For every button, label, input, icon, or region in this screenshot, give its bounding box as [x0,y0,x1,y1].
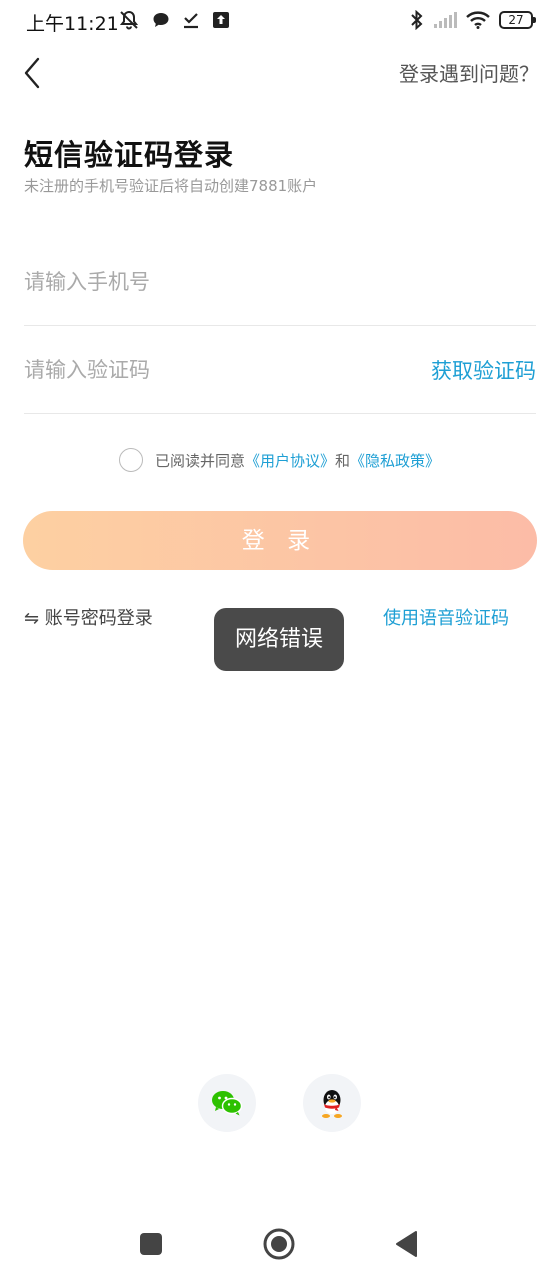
code-field-row: 获取验证码 [24,326,536,414]
qq-login-button[interactable] [303,1074,361,1132]
status-left-icons [118,10,230,30]
nav-back-button[interactable] [388,1226,424,1262]
wechat-login-button[interactable] [198,1074,256,1132]
battery-icon: 27 [499,11,536,29]
phone-input[interactable] [24,269,536,294]
privacy-policy-link[interactable]: 《隐私政策》 [350,450,440,471]
recents-square-icon [140,1233,162,1255]
voice-code-link[interactable]: 使用语音验证码 [383,604,509,630]
nav-recents-button[interactable] [133,1226,169,1262]
qq-icon [322,1090,342,1118]
page-subtitle: 未注册的手机号验证后将自动创建7881账户 [24,177,318,195]
chevron-left-icon [24,57,40,89]
status-right-icons: 27 [410,10,536,30]
back-triangle-icon [396,1231,417,1257]
verification-code-input[interactable] [24,357,431,382]
mute-icon [119,10,139,30]
login-help-link[interactable]: 登录遇到问题？ [399,58,539,87]
agree-checkbox[interactable] [118,448,143,472]
get-code-button[interactable]: 获取验证码 [431,355,536,385]
page-title: 短信验证码登录 [24,138,235,172]
login-screen: 上午11:21 27 登录遇到问题？ 短信验证码登录 未注册的手机号验证后将自动… [0,0,559,1280]
home-circle-icon [263,1228,295,1260]
nav-home-button[interactable] [261,1226,297,1262]
chat-bubble-icon [153,13,169,27]
check-download-icon [184,13,198,29]
password-login-link[interactable]: ⇋ 账号密码登录 [24,604,153,630]
phone-field-row [24,238,536,326]
bluetooth-icon [411,10,423,30]
agreement-and: 和 [335,451,351,470]
wifi-icon [466,11,490,29]
status-bar: 上午11:21 27 [0,0,559,42]
status-time: 上午11:21 [26,13,119,35]
signal-icon [434,12,457,28]
agreement-prefix: 已阅读并同意 [154,451,245,470]
error-toast: 网络错误 [214,608,344,671]
user-agreement-link[interactable]: 《用户协议》 [245,450,335,471]
agreement-row: 已阅读并同意 《用户协议》 和 《隐私政策》 [0,448,559,472]
upload-icon [213,12,229,28]
wechat-icon [212,1091,243,1116]
login-button[interactable]: 登 录 [23,511,537,570]
back-button[interactable] [20,56,50,90]
